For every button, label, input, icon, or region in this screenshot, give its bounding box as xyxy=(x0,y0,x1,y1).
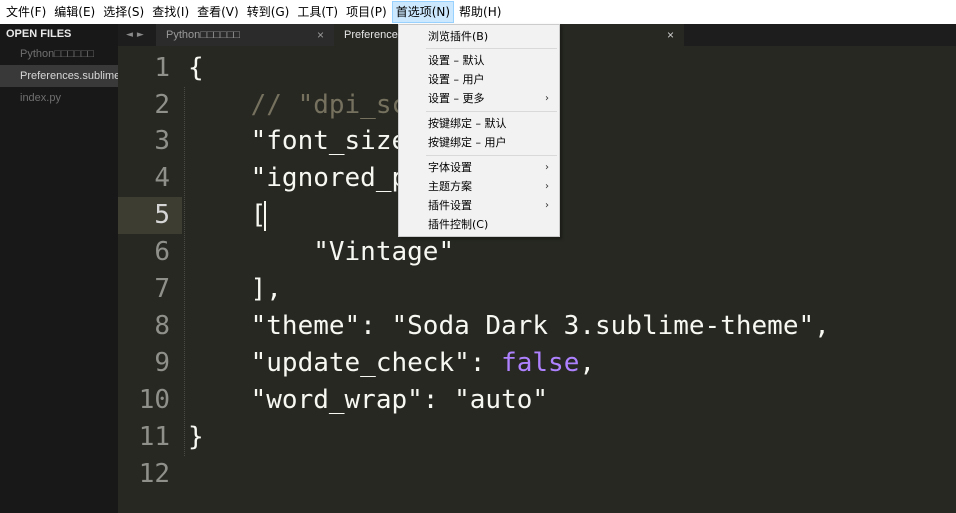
menu-item-keybindings-user[interactable]: 按键绑定 – 用户 xyxy=(399,133,559,152)
code-text: [ xyxy=(188,200,267,230)
line-number-gutter: 1 2 3 4 5 6 7 8 9 10 11 12 xyxy=(118,46,170,513)
submenu-arrow-icon: › xyxy=(545,162,549,173)
menu-find[interactable]: 查找(I) xyxy=(149,1,192,23)
menu-item-label: 主题方案 xyxy=(428,180,472,193)
tab-python[interactable]: Python□□□□□□ × xyxy=(156,24,334,46)
menu-item-label: 浏览插件(B) xyxy=(428,30,489,43)
menu-separator xyxy=(426,155,557,156)
menu-tools[interactable]: 工具(T) xyxy=(294,1,341,23)
line-number: 8 xyxy=(154,311,170,341)
menu-item-settings-user[interactable]: 设置 – 用户 xyxy=(399,70,559,89)
submenu-arrow-icon: › xyxy=(545,200,549,211)
line-number: 12 xyxy=(138,459,170,489)
menu-item-label: 字体设置 xyxy=(428,161,472,174)
line-number: 1 xyxy=(154,53,170,83)
menu-selection[interactable]: 选择(S) xyxy=(100,1,147,23)
menu-file[interactable]: 文件(F) xyxy=(3,1,49,23)
menu-project[interactable]: 项目(P) xyxy=(343,1,390,23)
code-text: , xyxy=(579,348,596,378)
code-line-5: [ xyxy=(188,197,267,234)
code-text: "update_check": xyxy=(188,348,502,378)
preferences-dropdown-menu: 浏览插件(B) 设置 – 默认 设置 – 用户 设置 – 更多 › 按键绑定 – … xyxy=(398,24,560,237)
code-line-8: "theme": "Soda Dark 3.sublime-theme", xyxy=(188,311,830,341)
indent-guide xyxy=(184,87,185,456)
code-line-9: "update_check": false, xyxy=(188,345,595,382)
sidebar-file-index[interactable]: index.py xyxy=(0,87,118,109)
line-number: 9 xyxy=(154,348,170,378)
menu-item-keybindings-default[interactable]: 按键绑定 – 默认 xyxy=(399,114,559,133)
line-number: 3 xyxy=(154,126,170,156)
line-number-current: 5 xyxy=(154,200,170,230)
tab-nav-arrows-icon[interactable]: ◄► xyxy=(126,24,148,46)
menu-item-label: 设置 – 默认 xyxy=(428,54,485,67)
menu-preferences[interactable]: 首选项(N) xyxy=(391,1,455,23)
line-number: 10 xyxy=(138,385,170,415)
menu-item-label: 插件控制(C) xyxy=(428,218,489,231)
menu-help[interactable]: 帮助(H) xyxy=(456,1,504,23)
line-number: 6 xyxy=(154,237,170,267)
code-line-10: "word_wrap": "auto" xyxy=(188,385,549,415)
code-line-1: { xyxy=(188,53,204,83)
submenu-arrow-icon: › xyxy=(545,93,549,104)
menu-item-settings-default[interactable]: 设置 – 默认 xyxy=(399,51,559,70)
menu-view[interactable]: 查看(V) xyxy=(194,1,242,23)
close-icon[interactable]: × xyxy=(317,24,324,46)
line-number: 2 xyxy=(154,90,170,120)
sidebar-file-python[interactable]: Python□□□□□□ xyxy=(0,43,118,65)
tab-label: Python□□□□□□ xyxy=(166,29,241,41)
menu-bar: 文件(F) 编辑(E) 选择(S) 查找(I) 查看(V) 转到(G) 工具(T… xyxy=(0,0,956,24)
menu-item-package-settings[interactable]: 插件设置 › xyxy=(399,196,559,215)
submenu-arrow-icon: › xyxy=(545,181,549,192)
line-number: 11 xyxy=(138,422,170,452)
line-number: 4 xyxy=(154,163,170,193)
open-files-header: OPEN FILES xyxy=(6,28,72,40)
menu-item-label: 插件设置 xyxy=(428,199,472,212)
menu-item-label: 设置 – 用户 xyxy=(428,73,485,86)
menu-item-package-control[interactable]: 插件控制(C) xyxy=(399,215,559,234)
text-cursor xyxy=(264,200,267,231)
sidebar: OPEN FILES Python□□□□□□ Preferences.subl… xyxy=(0,24,118,513)
menu-item-font[interactable]: 字体设置 › xyxy=(399,158,559,177)
menu-separator xyxy=(426,111,557,112)
code-line-6: "Vintage" xyxy=(188,237,455,267)
menu-item-label: 按键绑定 – 默认 xyxy=(428,117,507,130)
menu-item-color-scheme[interactable]: 主题方案 › xyxy=(399,177,559,196)
menu-goto[interactable]: 转到(G) xyxy=(244,1,293,23)
menu-item-label: 设置 – 更多 xyxy=(428,92,485,105)
menu-item-label: 按键绑定 – 用户 xyxy=(428,136,507,149)
menu-item-browse-packages[interactable]: 浏览插件(B) xyxy=(399,27,559,46)
code-line-7: ], xyxy=(188,274,282,304)
sidebar-file-preferences[interactable]: Preferences.sublime-settings xyxy=(0,65,118,87)
code-keyword: false xyxy=(501,348,580,378)
menu-item-settings-more[interactable]: 设置 – 更多 › xyxy=(399,89,559,108)
menu-edit[interactable]: 编辑(E) xyxy=(51,1,98,23)
line-number: 7 xyxy=(154,274,170,304)
close-icon[interactable]: × xyxy=(667,24,674,46)
menu-separator xyxy=(426,48,557,49)
code-line-11: } xyxy=(188,422,204,452)
